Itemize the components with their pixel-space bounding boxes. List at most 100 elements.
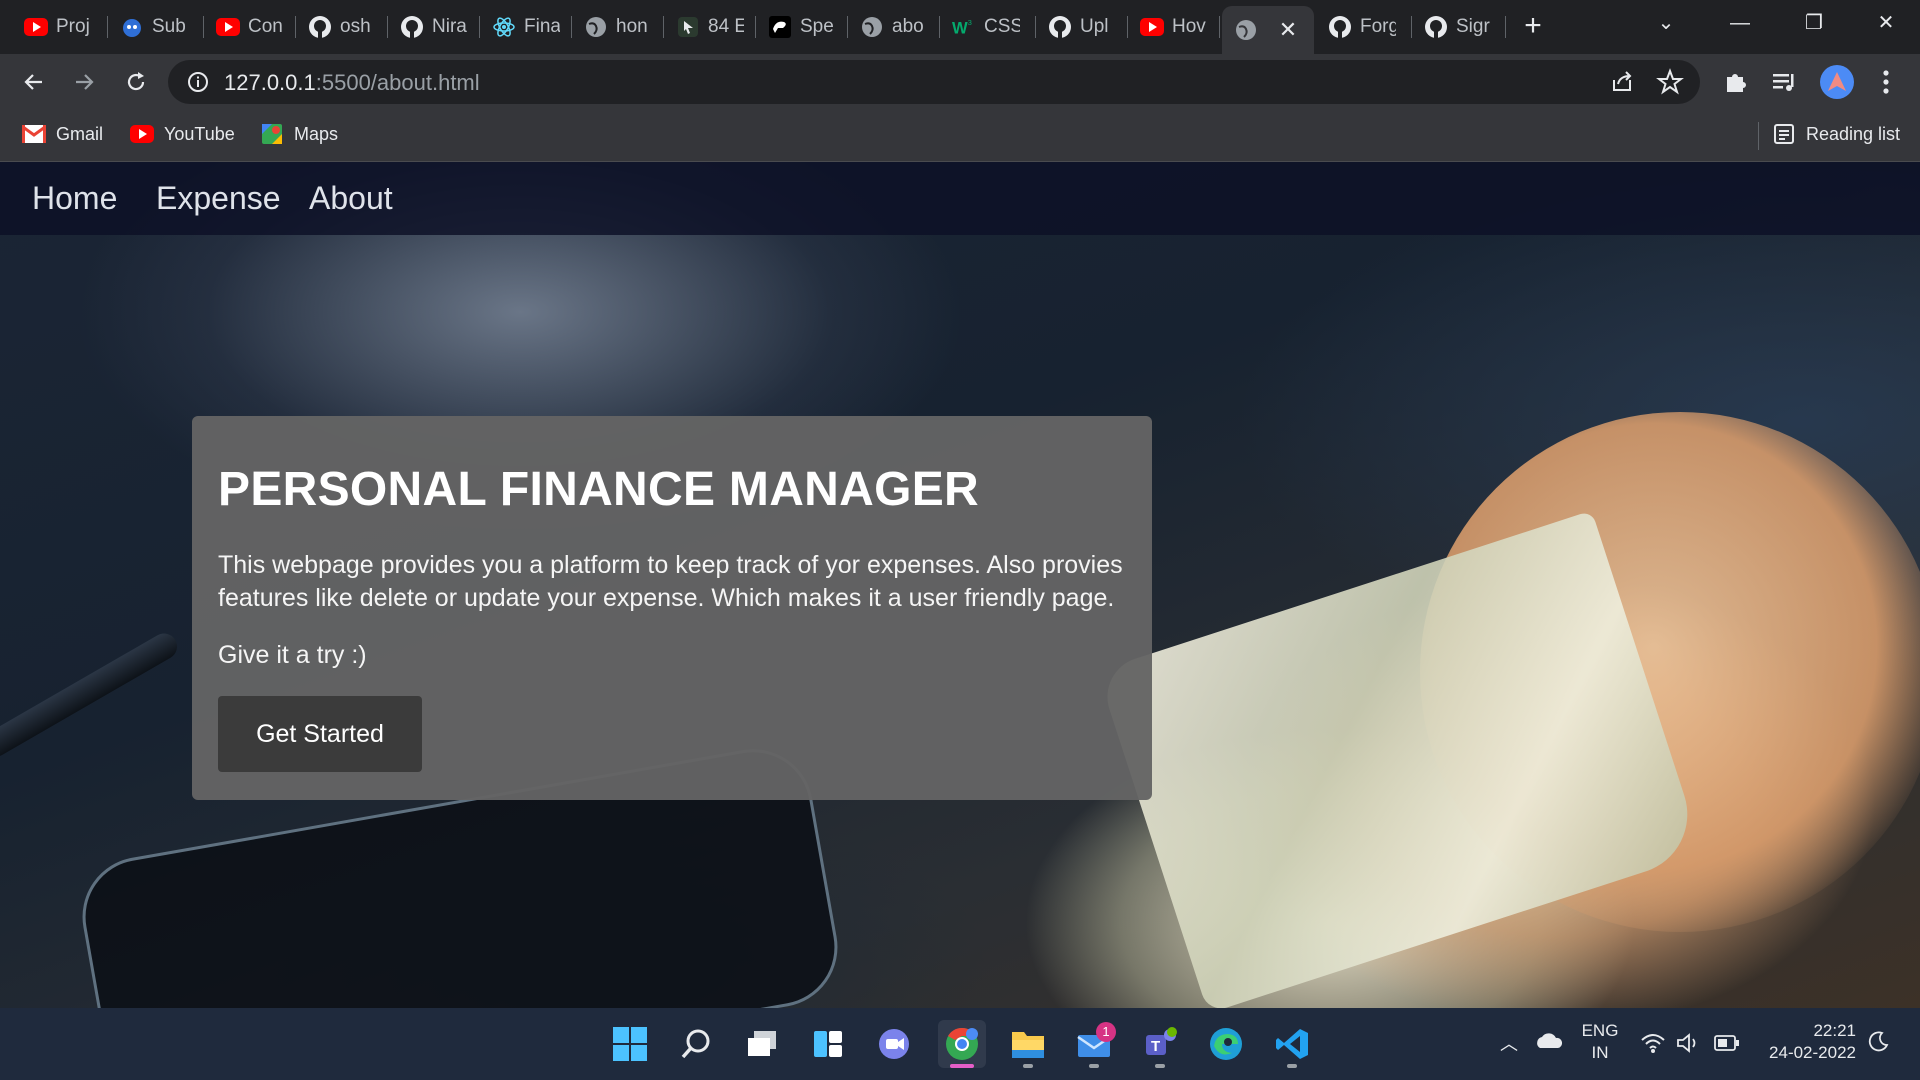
- bookmark-gmail[interactable]: Gmail: [22, 122, 103, 146]
- tab-label: Sigr: [1456, 16, 1490, 37]
- bookmark-maps[interactable]: Maps: [260, 122, 338, 146]
- youtube-icon: [1140, 15, 1164, 39]
- browser-tab[interactable]: Sigr: [1412, 8, 1506, 46]
- globe-icon: [584, 15, 608, 39]
- onedrive-cloud-icon[interactable]: [1534, 1030, 1564, 1055]
- address-bar[interactable]: 127.0.0.1:5500/about.html: [168, 60, 1700, 104]
- browser-tab[interactable]: Sub: [108, 8, 204, 46]
- browser-tab[interactable]: Proj: [12, 8, 108, 46]
- bookmark-label: YouTube: [164, 123, 235, 144]
- reading-list-button[interactable]: Reading list: [1772, 122, 1900, 146]
- nav-link-about[interactable]: About: [309, 180, 393, 217]
- bookmarks-divider: [1758, 122, 1759, 150]
- file-explorer-button[interactable]: [1004, 1020, 1052, 1068]
- chat-icon: [879, 1029, 909, 1059]
- tab-label: Fina: [524, 16, 560, 37]
- restore-button[interactable]: ❐: [1794, 8, 1834, 38]
- browser-tab[interactable]: hon: [572, 8, 664, 46]
- running-indicator: [1023, 1064, 1033, 1068]
- widgets-icon: [814, 1031, 842, 1057]
- bookmark-star-icon[interactable]: [1656, 68, 1684, 96]
- more-menu-icon[interactable]: [1870, 66, 1902, 98]
- media-queue-icon[interactable]: [1768, 66, 1800, 98]
- browser-tab[interactable]: Forg: [1316, 8, 1412, 46]
- chrome-taskbar-button[interactable]: [938, 1020, 986, 1068]
- tab-label: osh: [340, 16, 371, 37]
- nav-link-expense[interactable]: Expense: [156, 180, 281, 217]
- cursor-icon: [676, 15, 700, 39]
- task-view-button[interactable]: [738, 1020, 786, 1068]
- reading-list-icon: [1772, 122, 1796, 146]
- site-navbar: Home Expense About: [0, 162, 1920, 235]
- teams-icon: T: [1146, 1027, 1177, 1055]
- edge-button[interactable]: [1202, 1020, 1250, 1068]
- focus-assist-moon-icon[interactable]: [1866, 1030, 1890, 1059]
- globe-icon: [860, 15, 884, 39]
- globe-icon: [1234, 18, 1258, 42]
- react-icon: [492, 15, 516, 39]
- tab-label: Spe: [800, 16, 834, 37]
- tab-label: Proj: [56, 16, 90, 37]
- teams-chat-button[interactable]: [870, 1020, 918, 1068]
- url-text: 127.0.0.1:5500/about.html: [224, 70, 480, 96]
- share-icon[interactable]: [1608, 68, 1636, 96]
- browser-tab[interactable]: Nira: [388, 8, 480, 46]
- running-indicator: [1089, 1064, 1099, 1068]
- browser-tab[interactable]: W3 CSS: [940, 8, 1036, 46]
- minimize-button[interactable]: —: [1720, 8, 1760, 38]
- reload-button[interactable]: [118, 64, 154, 100]
- tab-label: Forg: [1360, 16, 1396, 37]
- search-icon: [681, 1029, 710, 1059]
- site-info-icon[interactable]: [186, 70, 210, 94]
- battery-icon[interactable]: [1714, 1034, 1740, 1057]
- running-indicator: [1287, 1064, 1297, 1068]
- teams-button[interactable]: T: [1136, 1020, 1184, 1068]
- browser-tab[interactable]: Con: [204, 8, 296, 46]
- mail-button[interactable]: 1: [1070, 1020, 1118, 1068]
- profile-avatar[interactable]: [1820, 65, 1854, 99]
- mail-badge: 1: [1096, 1022, 1116, 1042]
- vscode-icon: [1276, 1029, 1308, 1059]
- tab-search-chevron-icon[interactable]: ⌄: [1646, 8, 1686, 38]
- get-started-button[interactable]: Get Started: [218, 696, 422, 772]
- nav-link-home[interactable]: Home: [32, 180, 117, 217]
- svg-text:T: T: [1151, 1038, 1160, 1055]
- vscode-button[interactable]: [1268, 1020, 1316, 1068]
- browser-tab[interactable]: 84 E: [664, 8, 756, 46]
- show-hidden-icons-chevron-icon[interactable]: ︿: [1500, 1030, 1518, 1056]
- browser-tab[interactable]: Upl: [1036, 8, 1128, 46]
- new-tab-button[interactable]: +: [1518, 11, 1548, 42]
- search-button[interactable]: [672, 1020, 720, 1068]
- widgets-button[interactable]: [804, 1020, 852, 1068]
- close-window-button[interactable]: ✕: [1866, 8, 1906, 38]
- youtube-icon: [216, 15, 240, 39]
- reload-icon: [127, 72, 145, 91]
- background-money-image: [1097, 510, 1703, 1008]
- tab-label: abo: [892, 16, 924, 37]
- system-clock[interactable]: 22:21 24-02-2022: [1760, 1020, 1856, 1064]
- browser-tab-active[interactable]: ✕: [1222, 6, 1314, 54]
- running-indicator: [1155, 1064, 1165, 1068]
- back-button[interactable]: [16, 64, 52, 100]
- bookmark-youtube[interactable]: YouTube: [130, 122, 235, 146]
- bookmarks-bar: Gmail YouTube Maps Reading list: [0, 110, 1920, 162]
- volume-icon[interactable]: [1676, 1032, 1702, 1059]
- tab-label: Sub: [152, 16, 186, 37]
- browser-tab[interactable]: Spe: [756, 8, 848, 46]
- browser-tab[interactable]: abo: [848, 8, 940, 46]
- wifi-icon[interactable]: [1640, 1032, 1666, 1059]
- url-host: 127.0.0.1: [224, 70, 316, 95]
- language-indicator[interactable]: ENG IN: [1580, 1020, 1620, 1064]
- forward-button[interactable]: [66, 64, 102, 100]
- github-icon: [1328, 15, 1352, 39]
- maps-icon: [260, 122, 284, 146]
- close-tab-icon[interactable]: ✕: [1276, 18, 1300, 42]
- windows-logo-icon: [613, 1027, 647, 1061]
- browser-tab[interactable]: Hov: [1128, 8, 1220, 46]
- browser-tab[interactable]: Fina: [480, 8, 572, 46]
- arrow-right-icon: [76, 74, 94, 90]
- extensions-puzzle-icon[interactable]: [1720, 66, 1752, 98]
- svg-text:3: 3: [968, 18, 972, 27]
- start-button[interactable]: [606, 1020, 654, 1068]
- browser-tab[interactable]: osh: [296, 8, 388, 46]
